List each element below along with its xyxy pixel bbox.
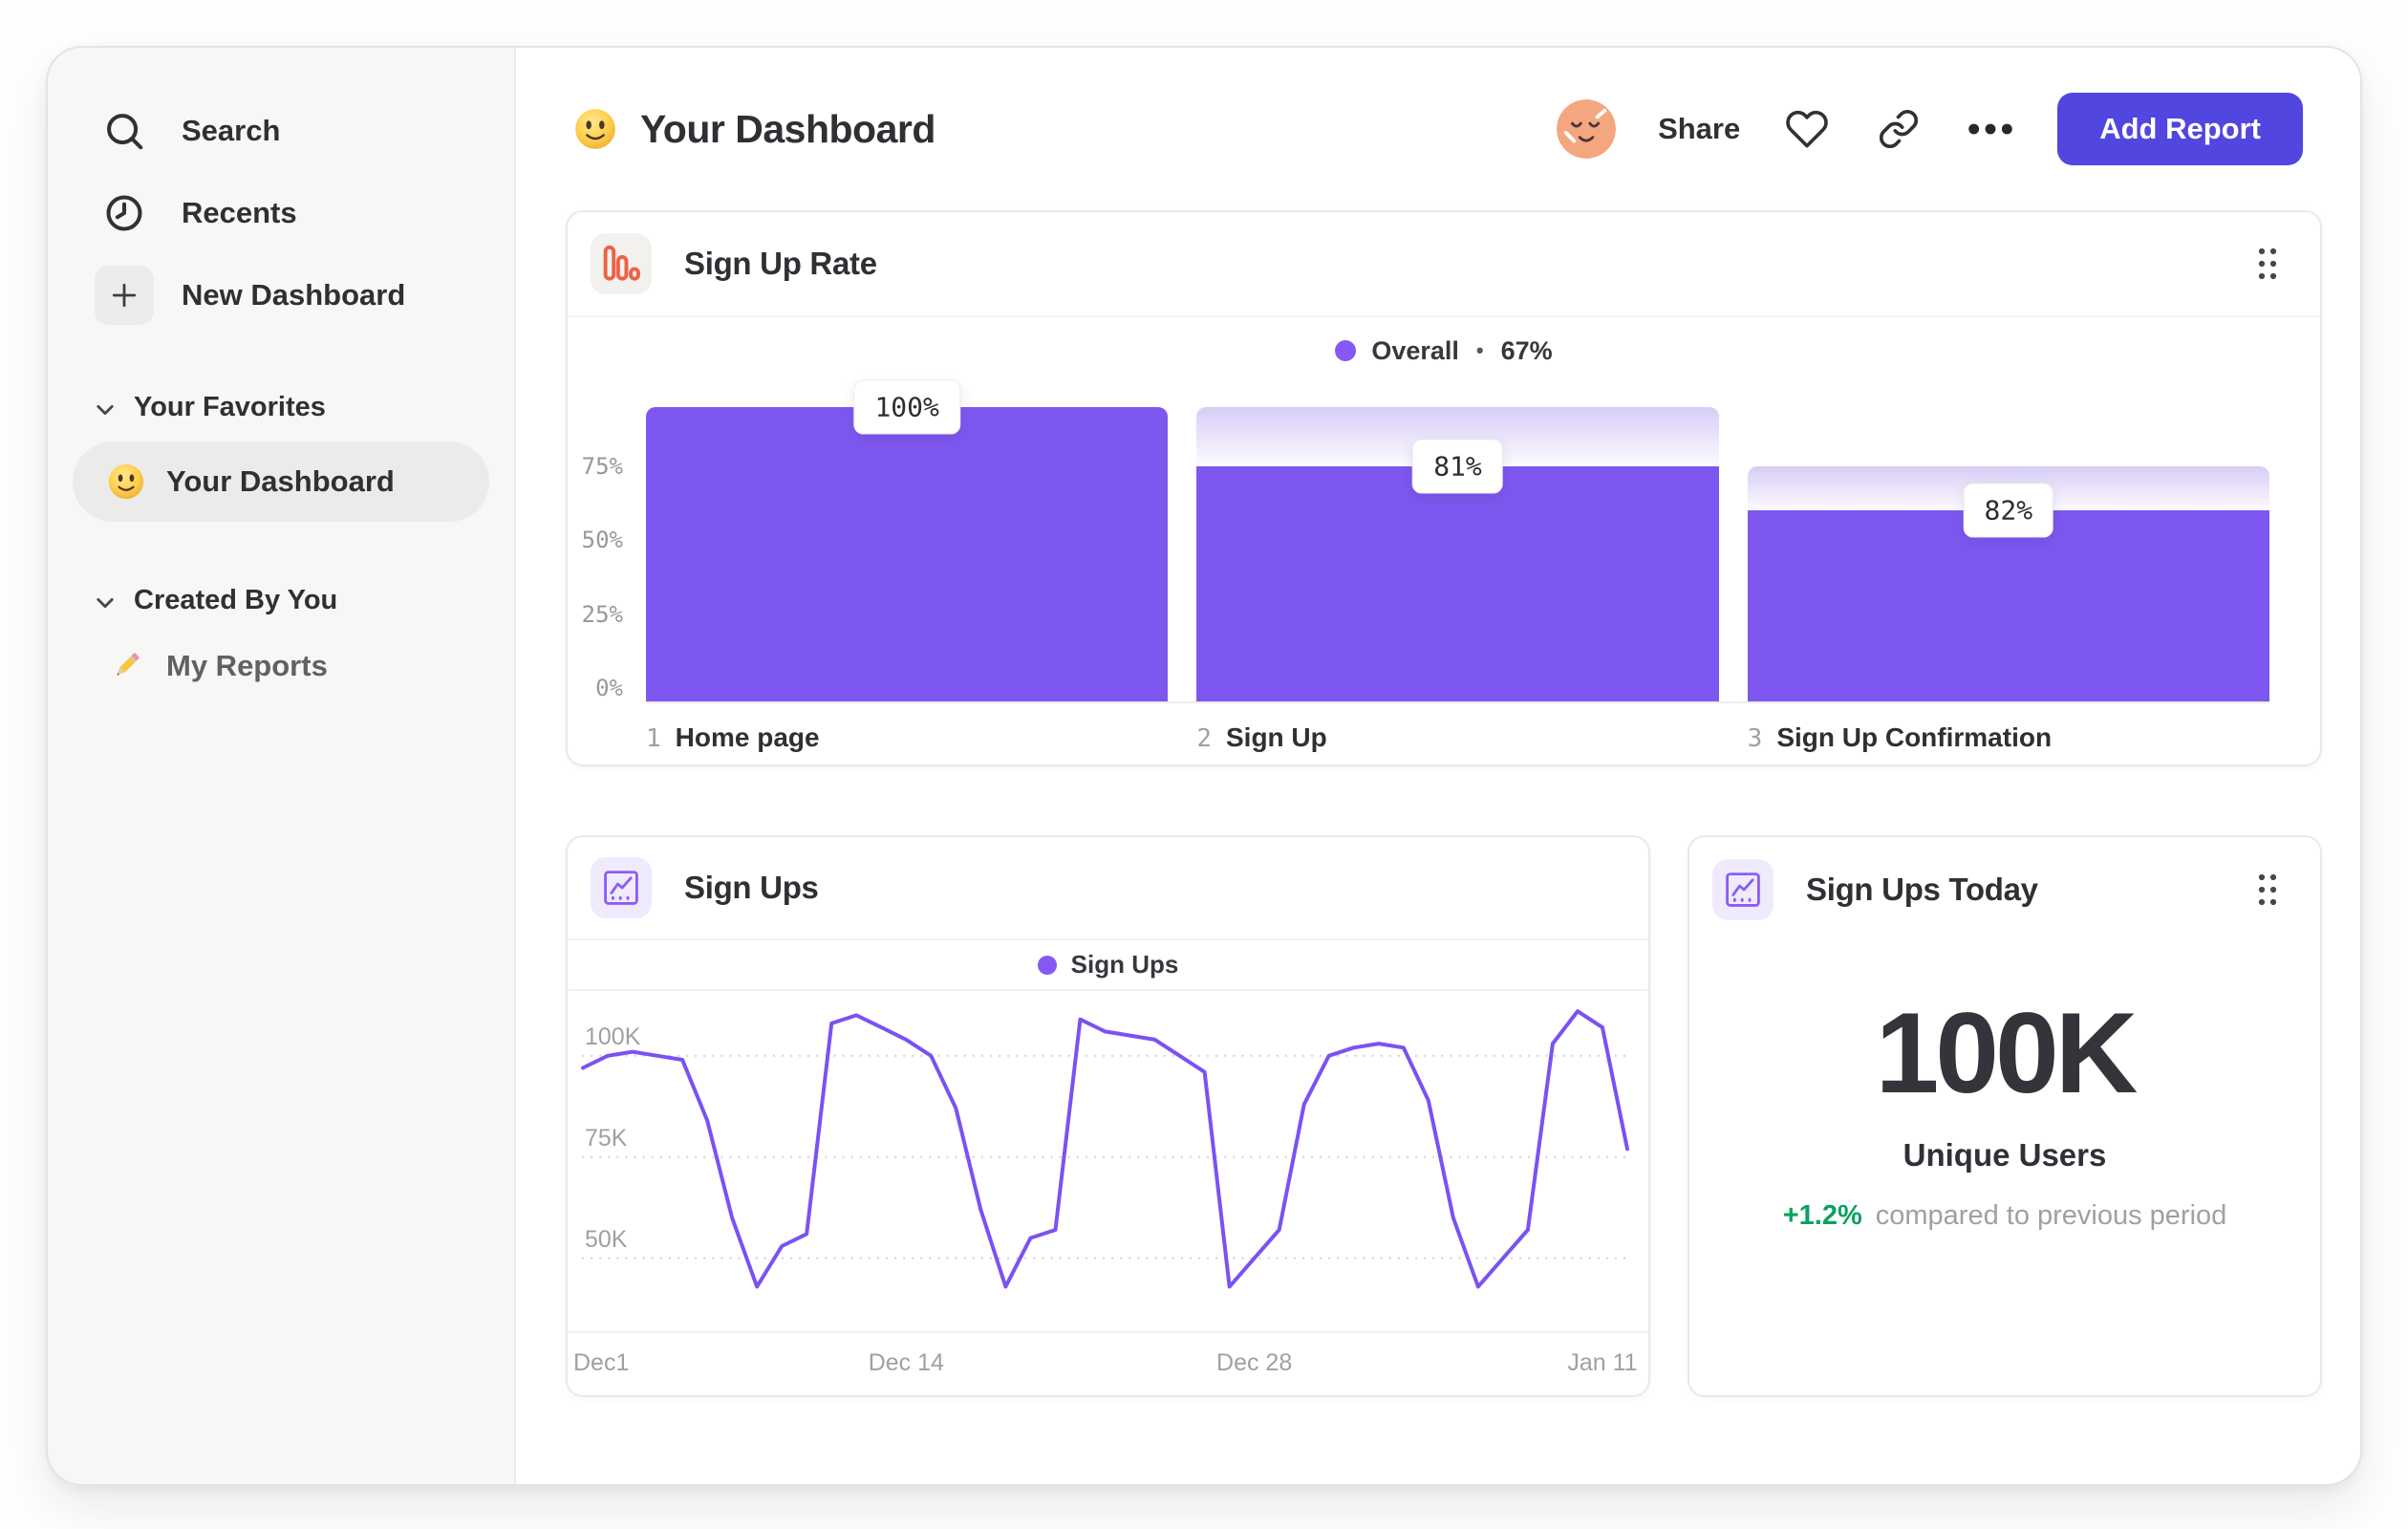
sidebar-item-label: Search bbox=[182, 114, 281, 147]
smiley-emoji-icon bbox=[575, 109, 615, 149]
metric-body: 100K Unique Users +1.2% compared to prev… bbox=[1689, 942, 2320, 1232]
line-x-tick: Dec1 bbox=[573, 1349, 630, 1376]
add-report-button[interactable]: Add Report bbox=[2057, 93, 2303, 165]
drag-handle-icon[interactable] bbox=[2255, 872, 2280, 908]
sidebar: Search Recents New Dashboard Your Favori… bbox=[48, 48, 516, 1484]
legend-label: Overall bbox=[1371, 335, 1459, 365]
funnel-y-axis: 75% 50% 25% 0% bbox=[568, 407, 631, 703]
sidebar-section-your-favorites: Your Favorites Your Dashboard bbox=[73, 388, 489, 522]
chevron-down-icon bbox=[96, 585, 115, 616]
legend-separator: • bbox=[1475, 338, 1484, 362]
section-header-your-favorites[interactable]: Your Favorites bbox=[73, 388, 489, 426]
card-title: Sign Up Rate bbox=[684, 246, 877, 281]
dashboard-header: Your Dashboard Share Add Report bbox=[566, 48, 2322, 210]
sidebar-item-search[interactable]: Search bbox=[73, 101, 489, 161]
copy-link-button[interactable] bbox=[1874, 104, 1924, 154]
sidebar-item-your-dashboard[interactable]: Your Dashboard bbox=[73, 441, 489, 522]
line-y-tick: 100K bbox=[585, 1023, 641, 1050]
sidebar-section-created-by-you: Created By You My Reports bbox=[73, 581, 489, 703]
funnel-bar-fill bbox=[646, 407, 1169, 701]
card-sign-up-rate: Sign Up Rate Overall • 67% 75% 50% 25% 0… bbox=[566, 210, 2322, 766]
main-content: Your Dashboard Share Add Report Sign Up … bbox=[516, 48, 2360, 1484]
page-title: Your Dashboard bbox=[640, 106, 935, 151]
sidebar-item-label: New Dashboard bbox=[182, 278, 406, 312]
sidebar-item-my-reports[interactable]: My Reports bbox=[73, 629, 489, 703]
section-label: Created By You bbox=[134, 584, 338, 615]
metric-delta-row: +1.2% compared to previous period bbox=[1783, 1200, 2227, 1232]
funnel-legend[interactable]: Overall • 67% bbox=[568, 317, 2320, 384]
funnel-y-tick: 75% bbox=[581, 452, 623, 480]
legend-dot bbox=[1037, 955, 1057, 975]
line-chart-icon bbox=[591, 857, 652, 918]
smiley-emoji-icon bbox=[108, 463, 144, 500]
card-header: Sign Ups bbox=[568, 837, 1648, 940]
header-actions: Share Add Report bbox=[1557, 93, 2303, 165]
card-title: Sign Ups Today bbox=[1806, 872, 2038, 907]
clock-icon bbox=[94, 183, 155, 244]
chevron-down-icon bbox=[96, 392, 115, 423]
funnel-chart[interactable]: 75% 50% 25% 0% 100% 81% 82% bbox=[568, 379, 2320, 703]
funnel-bar-home-page[interactable]: 100% bbox=[646, 379, 1169, 701]
line-series bbox=[581, 1009, 1629, 1289]
line-chart-plot[interactable]: 100K 75K 50K bbox=[581, 991, 1629, 1331]
sidebar-item-label: Your Dashboard bbox=[166, 464, 395, 498]
card-header: Sign Ups Today bbox=[1689, 837, 2320, 942]
funnel-chart-icon bbox=[591, 233, 652, 294]
metric-label: Unique Users bbox=[1903, 1137, 2107, 1173]
line-x-tick: Jan 11 bbox=[1567, 1349, 1638, 1376]
legend-dot bbox=[1335, 340, 1357, 361]
drag-handle-icon[interactable] bbox=[2255, 246, 2280, 282]
section-label: Your Favorites bbox=[134, 391, 326, 422]
funnel-y-tick: 0% bbox=[595, 675, 623, 701]
line-x-tick: Dec 28 bbox=[1216, 1349, 1293, 1376]
line-chart-icon bbox=[1712, 859, 1774, 920]
funnel-bar-fill bbox=[1747, 509, 2269, 701]
sidebar-item-new-dashboard[interactable]: New Dashboard bbox=[73, 266, 489, 325]
funnel-x-axis: 1 Home page 2 Sign Up 3 Sign Up Confirmation bbox=[568, 703, 2320, 753]
section-header-created-by-you[interactable]: Created By You bbox=[73, 581, 489, 619]
sidebar-item-recents[interactable]: Recents bbox=[73, 183, 489, 243]
plus-icon bbox=[95, 266, 154, 325]
avatar[interactable] bbox=[1557, 99, 1617, 159]
app-window: Search Recents New Dashboard Your Favori… bbox=[46, 46, 2362, 1486]
delta-value: +1.2% bbox=[1782, 1200, 1862, 1231]
legend-value: 67% bbox=[1500, 335, 1553, 365]
funnel-bar-value-label: 100% bbox=[853, 379, 960, 435]
pencil-emoji-icon bbox=[117, 653, 140, 676]
favorite-button[interactable] bbox=[1782, 104, 1832, 154]
legend-label: Sign Ups bbox=[1070, 950, 1179, 979]
delta-caption: compared to previous period bbox=[1875, 1200, 2227, 1231]
line-y-tick: 75K bbox=[585, 1124, 628, 1152]
line-y-tick: 50K bbox=[585, 1225, 628, 1253]
sidebar-item-label: Recents bbox=[182, 196, 297, 229]
line-x-axis: Dec1 Dec 14 Dec 28 Jan 11 bbox=[568, 1331, 1648, 1397]
cards-row: Sign Ups Sign Ups 100K 75K 50K Dec1 Dec 14 D… bbox=[566, 835, 2322, 1397]
more-options-button[interactable] bbox=[1966, 104, 2015, 154]
funnel-step-label: 1 Home page bbox=[646, 722, 820, 753]
funnel-bar-sign-up-confirmation[interactable]: 82% bbox=[1747, 407, 2269, 701]
funnel-bar-fill bbox=[1196, 465, 1719, 701]
card-sign-ups: Sign Ups Sign Ups 100K 75K 50K Dec1 Dec 14 D… bbox=[566, 835, 1650, 1397]
link-icon bbox=[1880, 109, 1919, 149]
ellipsis-icon bbox=[1968, 123, 2012, 135]
dashboard-title-group: Your Dashboard bbox=[573, 107, 935, 152]
search-icon bbox=[94, 100, 155, 162]
funnel-step-label: 2 Sign Up bbox=[1196, 722, 1327, 753]
line-x-tick: Dec 14 bbox=[868, 1349, 944, 1376]
sidebar-item-label: My Reports bbox=[166, 649, 328, 682]
card-header: Sign Up Rate bbox=[568, 212, 2320, 317]
funnel-y-tick: 50% bbox=[581, 527, 623, 553]
funnel-bar-sign-up[interactable]: 81% bbox=[1196, 407, 1719, 701]
funnel-bar-value-label: 82% bbox=[1963, 483, 2054, 538]
card-title: Sign Ups bbox=[684, 870, 819, 905]
card-sign-ups-today: Sign Ups Today 100K Unique Users +1.2% c… bbox=[1688, 835, 2322, 1397]
metric-value: 100K bbox=[1875, 989, 2139, 1117]
heart-icon bbox=[1786, 110, 1828, 148]
funnel-y-tick: 25% bbox=[581, 600, 623, 628]
line-legend[interactable]: Sign Ups bbox=[568, 940, 1648, 991]
screen: Search Recents New Dashboard Your Favori… bbox=[0, 0, 2408, 1529]
funnel-bar-value-label: 81% bbox=[1412, 439, 1503, 494]
funnel-step-label: 3 Sign Up Confirmation bbox=[1747, 722, 2053, 753]
share-button[interactable]: Share bbox=[1658, 112, 1740, 146]
